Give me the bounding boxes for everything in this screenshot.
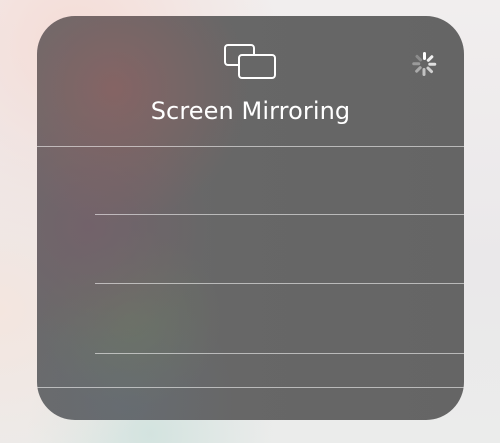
device-row[interactable] bbox=[37, 215, 464, 284]
spinner-spoke bbox=[412, 62, 421, 66]
spinner-spoke bbox=[426, 65, 434, 74]
device-list bbox=[37, 146, 464, 420]
bottom-separator bbox=[37, 387, 464, 388]
device-row[interactable] bbox=[37, 147, 464, 216]
spinner-spoke bbox=[414, 65, 423, 74]
spinner-spoke bbox=[426, 54, 434, 63]
spinner-spoke bbox=[414, 54, 423, 63]
spinner-spoke bbox=[423, 52, 426, 60]
screen-mirroring-icon bbox=[224, 44, 278, 84]
device-row[interactable] bbox=[37, 284, 464, 353]
screen-mirroring-front-screen bbox=[238, 54, 276, 79]
spinner-spoke bbox=[423, 68, 426, 76]
panel-header: Screen Mirroring bbox=[37, 16, 464, 146]
activity-spinner-icon bbox=[411, 51, 437, 77]
spinner-spoke bbox=[428, 62, 437, 66]
panel-title: Screen Mirroring bbox=[150, 97, 351, 125]
screen-mirroring-panel: Screen Mirroring bbox=[37, 16, 464, 420]
row-separator bbox=[95, 353, 464, 354]
